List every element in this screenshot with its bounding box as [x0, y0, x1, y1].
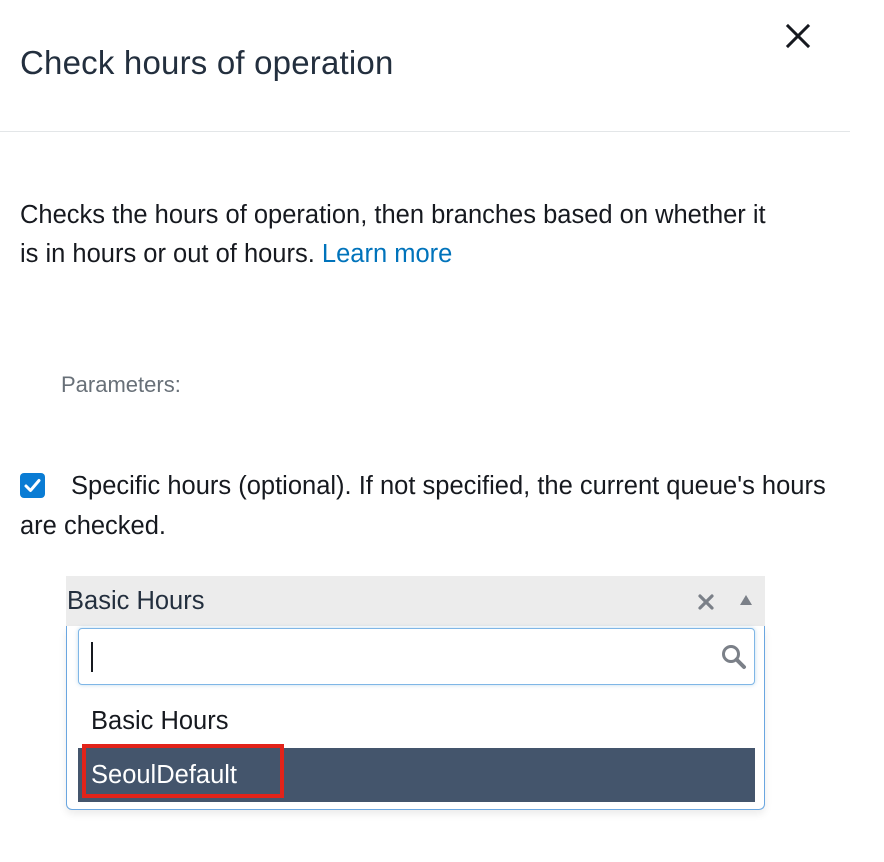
text-caret — [91, 642, 93, 672]
panel-title: Check hours of operation — [20, 44, 394, 81]
hours-select-value: Basic Hours — [67, 587, 205, 615]
hours-select[interactable]: Basic Hours — [66, 576, 765, 626]
caret-up-icon[interactable] — [738, 593, 754, 607]
option-label: SeoulDefault — [91, 761, 238, 789]
checkmark-icon — [24, 479, 41, 492]
hours-dropdown: Basic Hours SeoulDefault — [66, 626, 765, 810]
specific-hours-checkbox[interactable] — [20, 473, 45, 498]
dropdown-search-box[interactable] — [78, 628, 755, 685]
close-icon — [785, 23, 811, 49]
dropdown-option-seouldefault[interactable]: SeoulDefault — [78, 744, 755, 802]
dropdown-search-input[interactable] — [89, 637, 709, 675]
close-button[interactable] — [780, 18, 816, 54]
clear-x-icon[interactable] — [696, 592, 716, 612]
panel-header: Check hours of operation — [0, 0, 850, 132]
learn-more-link[interactable]: Learn more — [322, 240, 452, 268]
specific-hours-option: Specific hours (optional). If not specif… — [20, 466, 850, 546]
specific-hours-label: Specific hours (optional). If not specif… — [20, 472, 826, 540]
parameters-label: Parameters: — [61, 372, 181, 397]
dropdown-option-basic-hours[interactable]: Basic Hours — [78, 694, 755, 748]
block-description: Checks the hours of operation, then bran… — [20, 196, 780, 274]
option-label: Basic Hours — [91, 707, 229, 735]
search-icon — [722, 645, 746, 669]
